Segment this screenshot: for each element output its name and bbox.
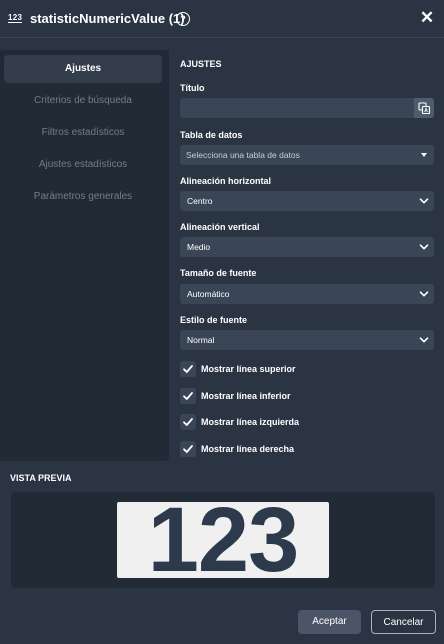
translate-icon: A: [418, 102, 431, 114]
check-icon: [183, 445, 193, 453]
font-style-label: Estilo de fuente: [180, 315, 248, 325]
sidebar-item-parametros-generales[interactable]: Parámetros generales: [4, 183, 162, 211]
translate-button[interactable]: A: [414, 98, 434, 118]
cancel-button[interactable]: Cancelar: [371, 610, 436, 634]
preview-title: VISTA PREVIA: [10, 473, 72, 483]
v-align-label: Alineación vertical: [180, 222, 260, 232]
caret-down-icon: [421, 153, 427, 157]
numeric-type-icon: 123: [8, 13, 23, 23]
v-align-select[interactable]: Medio: [180, 237, 434, 257]
v-align-value: Medio: [187, 242, 211, 252]
h-align-value: Centro: [187, 196, 213, 206]
preview-panel: 123: [11, 492, 435, 588]
help-icon[interactable]: ?: [176, 12, 190, 26]
preview-card: 123: [117, 502, 329, 578]
chevron-down-icon: [419, 244, 429, 250]
data-table-select[interactable]: Selecciona una tabla de datos: [180, 145, 434, 165]
show-bottom-line-label: Mostrar línea inferior: [201, 391, 291, 401]
h-align-select[interactable]: Centro: [180, 191, 434, 211]
chevron-down-icon: [419, 198, 429, 204]
show-top-line-label: Mostrar línea superior: [201, 364, 296, 374]
show-right-line-label: Mostrar línea derecha: [201, 444, 295, 454]
sidebar-item-criterios-busqueda[interactable]: Criterios de búsqueda: [4, 87, 162, 115]
show-right-line-checkbox[interactable]: [180, 441, 196, 457]
font-size-select[interactable]: Automático: [180, 284, 434, 304]
sidebar-item-filtros-estadisticos[interactable]: Filtros estadísticos: [4, 119, 162, 147]
chevron-down-icon: [419, 337, 429, 343]
check-icon: [183, 418, 193, 426]
h-align-label: Alineación horizontal: [180, 176, 272, 186]
data-table-placeholder: Selecciona una tabla de datos: [186, 150, 300, 160]
font-style-select[interactable]: Normal: [180, 330, 434, 350]
check-icon: [183, 392, 193, 400]
font-size-label: Tamaño de fuente: [180, 268, 257, 278]
chevron-down-icon: [419, 291, 429, 297]
sidebar-item-ajustes[interactable]: Ajustes: [4, 55, 162, 83]
close-icon[interactable]: ✕: [418, 9, 436, 27]
dialog-title: statisticNumericValue (1): [30, 11, 185, 26]
settings-sidebar: Ajustes Criterios de búsqueda Filtros es…: [0, 50, 169, 461]
svg-text:A: A: [424, 108, 428, 114]
font-size-value: Automático: [187, 289, 230, 299]
show-left-line-checkbox[interactable]: [180, 414, 196, 430]
title-input[interactable]: A: [180, 98, 434, 118]
font-style-value: Normal: [187, 335, 215, 345]
check-icon: [183, 365, 193, 373]
title-label: Título: [180, 83, 205, 93]
data-table-label: Tabla de datos: [180, 130, 243, 140]
dialog-header: 123 statisticNumericValue (1) ? ✕: [0, 0, 444, 38]
preview-value: 123: [147, 502, 300, 578]
show-bottom-line-checkbox[interactable]: [180, 388, 196, 404]
sidebar-item-ajustes-estadisticos[interactable]: Ajustes estadísticos: [4, 151, 162, 179]
show-left-line-label: Mostrar línea izquierda: [201, 417, 300, 427]
show-top-line-checkbox[interactable]: [180, 361, 196, 377]
accept-button[interactable]: Aceptar: [298, 610, 361, 634]
section-title: AJUSTES: [180, 59, 222, 69]
